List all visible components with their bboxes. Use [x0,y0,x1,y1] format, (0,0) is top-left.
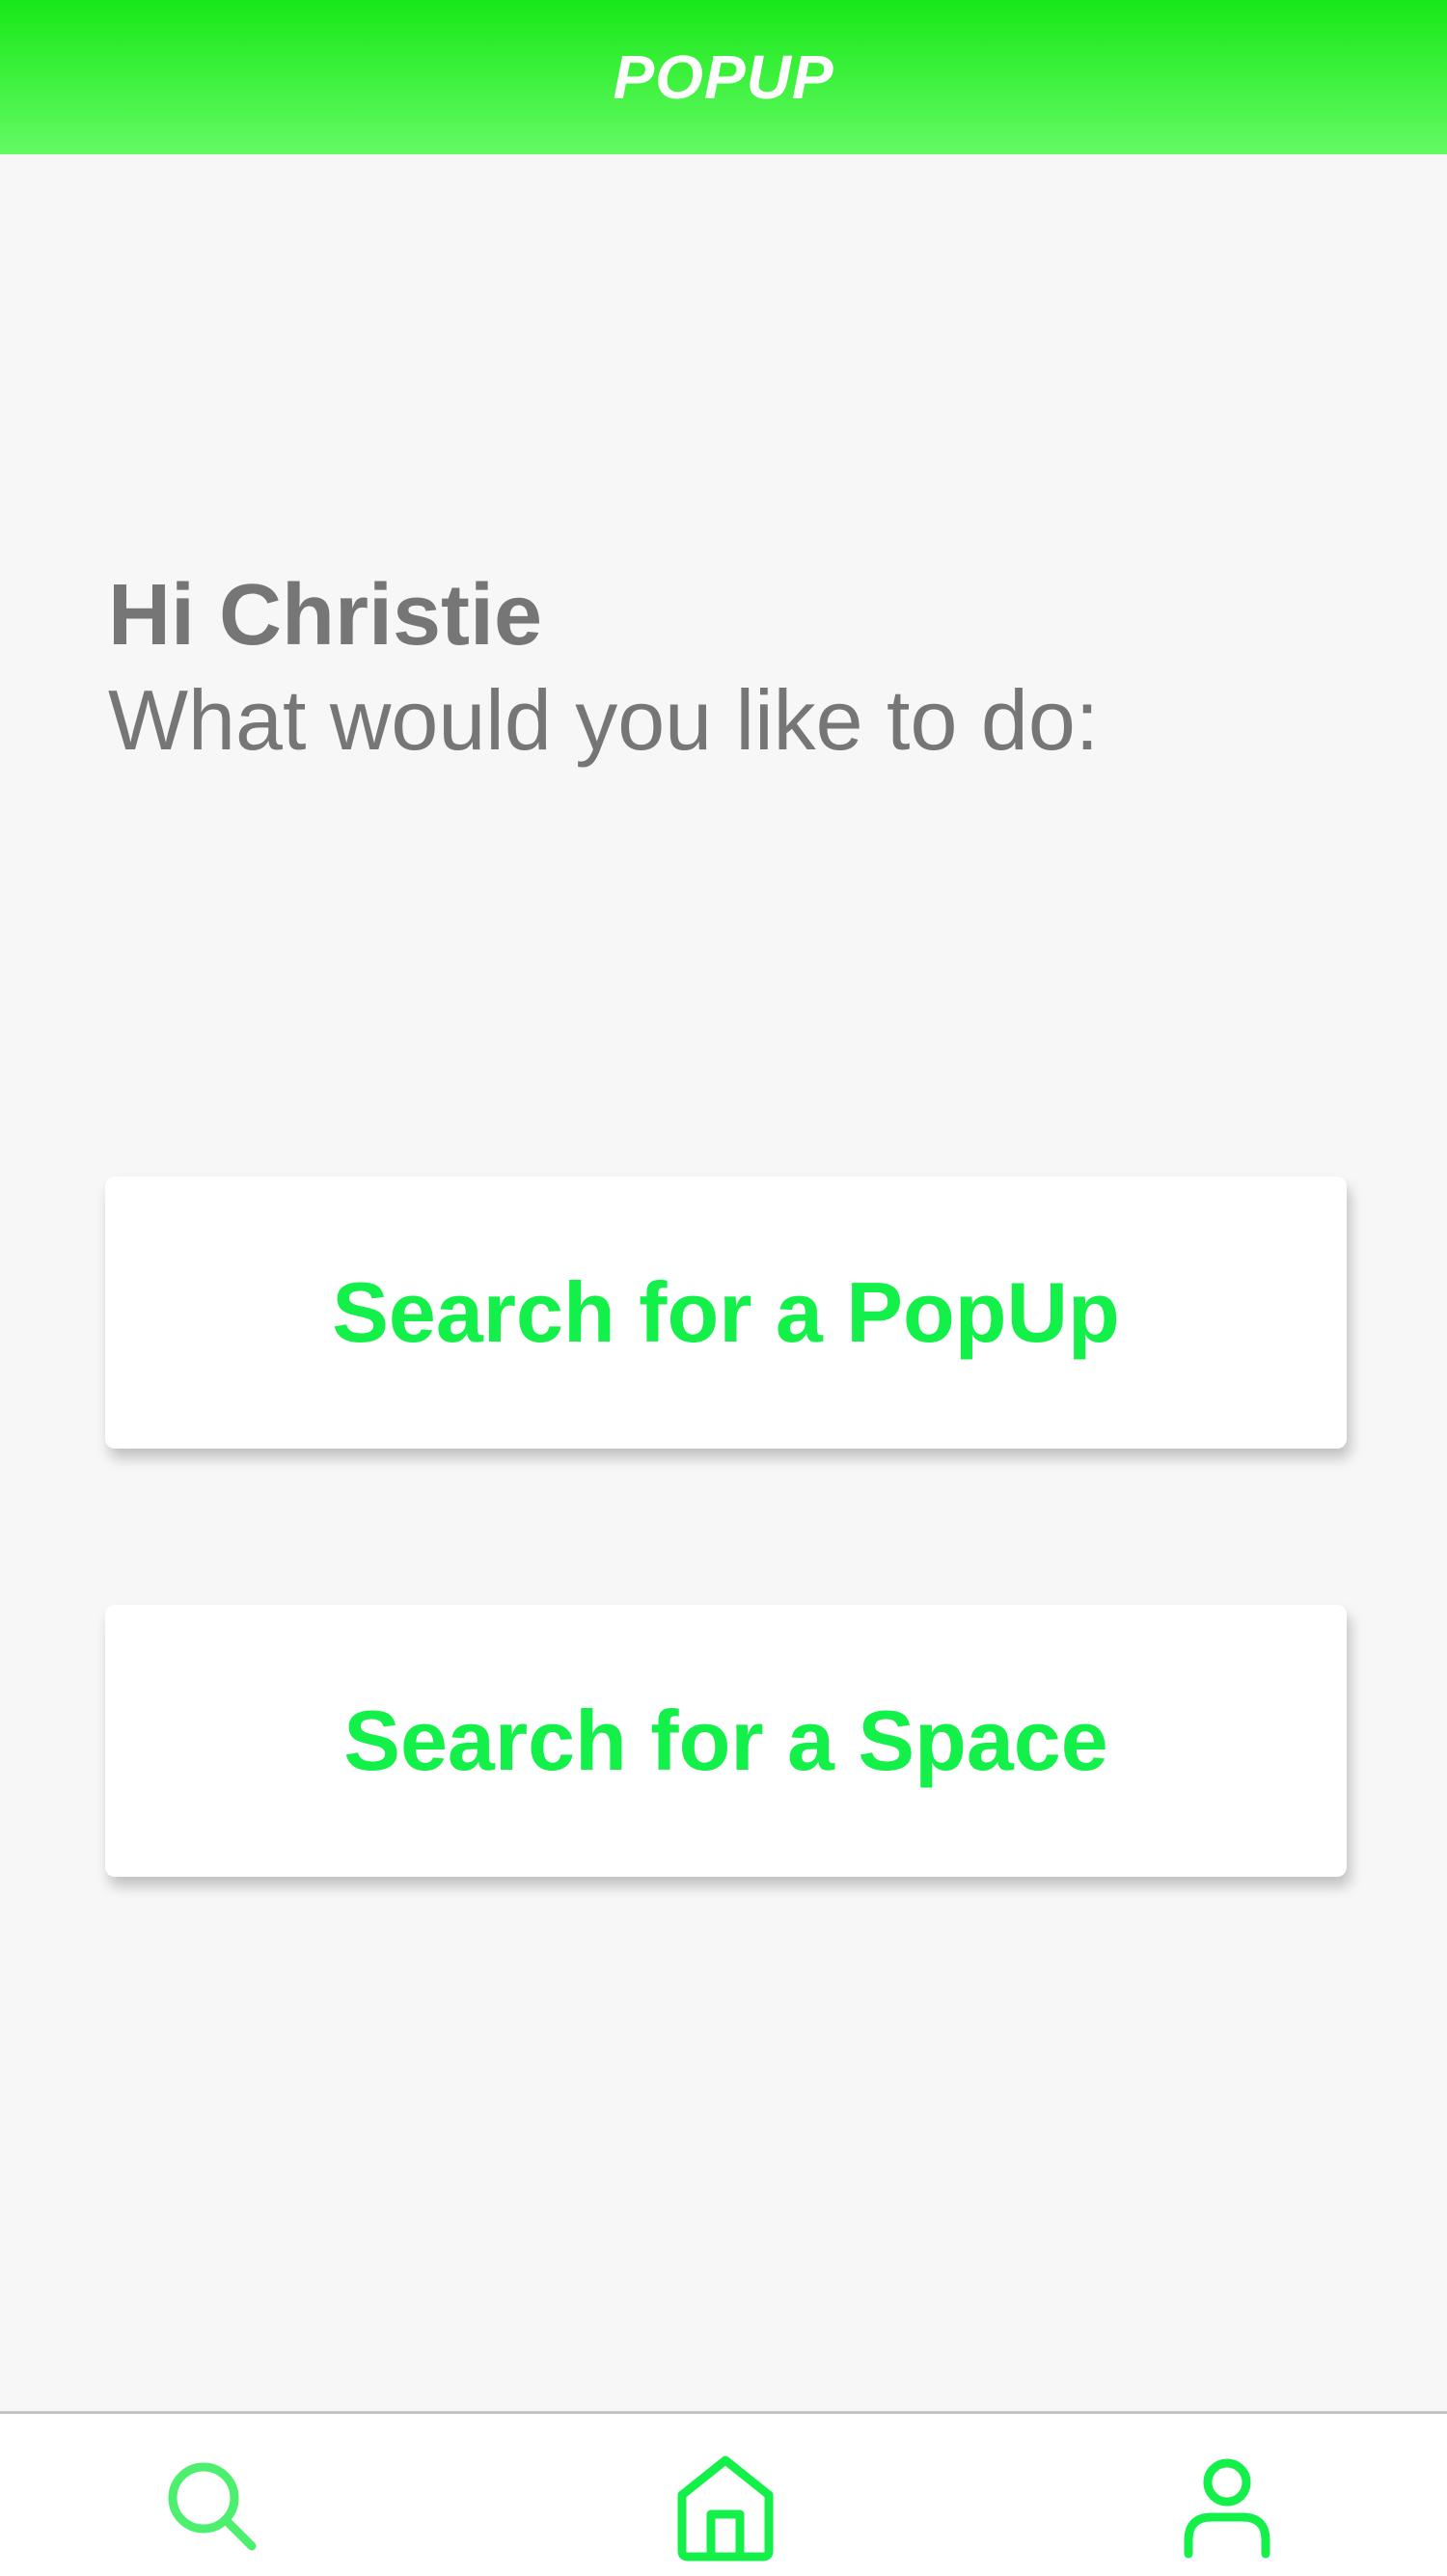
search-space-label: Search for a Space [343,1693,1108,1788]
tab-search[interactable] [154,2449,270,2564]
top-bar: POPUP [0,0,1447,154]
greeting-block: Hi Christie What would you like to do: [108,564,1362,774]
tab-home[interactable] [668,2449,783,2564]
user-icon [1184,2458,1270,2559]
search-space-button[interactable]: Search for a Space [105,1605,1347,1877]
greeting-prompt: What would you like to do: [108,672,1100,768]
tab-profile[interactable] [1169,2449,1285,2564]
home-icon [677,2455,774,2562]
bottom-tab-bar [0,2411,1447,2576]
app-title: POPUP [613,42,834,112]
search-icon [168,2462,257,2551]
greeting-name: Hi Christie [108,567,543,664]
search-popup-button[interactable]: Search for a PopUp [105,1177,1347,1449]
search-popup-label: Search for a PopUp [332,1264,1120,1360]
